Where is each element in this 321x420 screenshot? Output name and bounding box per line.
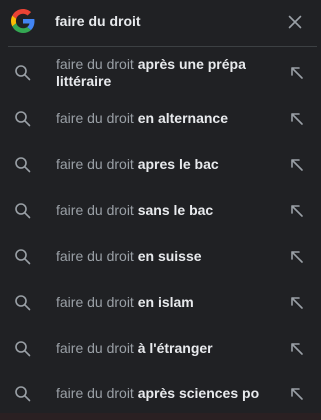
suggestion-text: faire du droit à l'étranger xyxy=(56,340,281,357)
suggestion-completion: en islam xyxy=(137,294,194,310)
suggestion-row[interactable]: faire du droit à l'étranger xyxy=(0,329,321,375)
search-icon xyxy=(14,340,32,358)
arrow-up-left-icon[interactable] xyxy=(288,340,306,358)
suggestion-text: faire du droit en islam xyxy=(56,294,281,311)
suggestion-text: faire du droit en suisse xyxy=(56,248,281,265)
arrow-up-left-icon[interactable] xyxy=(288,248,306,266)
suggestion-completion: en alternance xyxy=(137,110,228,126)
search-icon xyxy=(14,64,32,82)
suggestion-completion: à l'étranger xyxy=(137,340,213,356)
search-bar[interactable]: faire du droit xyxy=(0,0,321,44)
search-query-text[interactable]: faire du droit xyxy=(55,13,141,29)
suggestion-row[interactable]: faire du droit après sciences po xyxy=(0,375,321,413)
suggestion-text: faire du droit après sciences po xyxy=(56,385,281,402)
suggestion-prefix: faire du droit xyxy=(56,202,134,218)
suggestion-prefix: faire du droit xyxy=(56,156,134,172)
suggestion-row[interactable]: faire du droit apres le bac xyxy=(0,145,321,191)
arrow-up-left-icon[interactable] xyxy=(288,110,306,128)
suggestion-completion-line2: littéraire xyxy=(56,73,112,89)
suggestion-completion: après sciences po xyxy=(137,385,260,401)
search-icon xyxy=(14,248,32,266)
close-icon[interactable] xyxy=(284,11,306,33)
suggestion-completion: apres le bac xyxy=(137,156,219,172)
suggestion-row[interactable]: faire du droit en islam xyxy=(0,283,321,329)
suggestion-prefix: faire du droit xyxy=(56,248,134,264)
suggestion-text: faire du droit en alternance xyxy=(56,110,281,127)
suggestion-text: faire du droit apres le bac xyxy=(56,156,281,173)
arrow-up-left-icon[interactable] xyxy=(288,202,306,220)
arrow-up-left-icon[interactable] xyxy=(288,156,306,174)
suggestion-row[interactable]: faire du droit après une prépa littérair… xyxy=(0,47,321,99)
bottom-edge xyxy=(0,413,321,420)
suggestion-text: faire du droit après une prépa littérair… xyxy=(56,56,281,90)
suggestion-prefix: faire du droit xyxy=(56,294,134,310)
search-icon xyxy=(14,156,32,174)
suggestion-prefix: faire du droit xyxy=(56,340,134,356)
suggestion-row[interactable]: faire du droit en suisse xyxy=(0,237,321,283)
arrow-up-left-icon[interactable] xyxy=(288,385,306,403)
suggestion-text: faire du droit sans le bac xyxy=(56,202,281,219)
arrow-up-left-icon[interactable] xyxy=(288,294,306,312)
search-icon xyxy=(14,110,32,128)
suggestion-prefix: faire du droit xyxy=(56,56,134,72)
suggestion-prefix: faire du droit xyxy=(56,385,134,401)
arrow-up-left-icon[interactable] xyxy=(288,64,306,82)
suggestion-row[interactable]: faire du droit en alternance xyxy=(0,99,321,145)
suggestion-completion: sans le bac xyxy=(137,202,214,218)
suggestion-completion: en suisse xyxy=(137,248,202,264)
search-icon xyxy=(14,202,32,220)
google-logo-icon xyxy=(11,9,35,33)
suggestion-completion: après une prépa xyxy=(137,56,246,72)
suggestion-prefix: faire du droit xyxy=(56,110,134,126)
search-icon xyxy=(14,385,32,403)
search-icon xyxy=(14,294,32,312)
suggestion-row[interactable]: faire du droit sans le bac xyxy=(0,191,321,237)
